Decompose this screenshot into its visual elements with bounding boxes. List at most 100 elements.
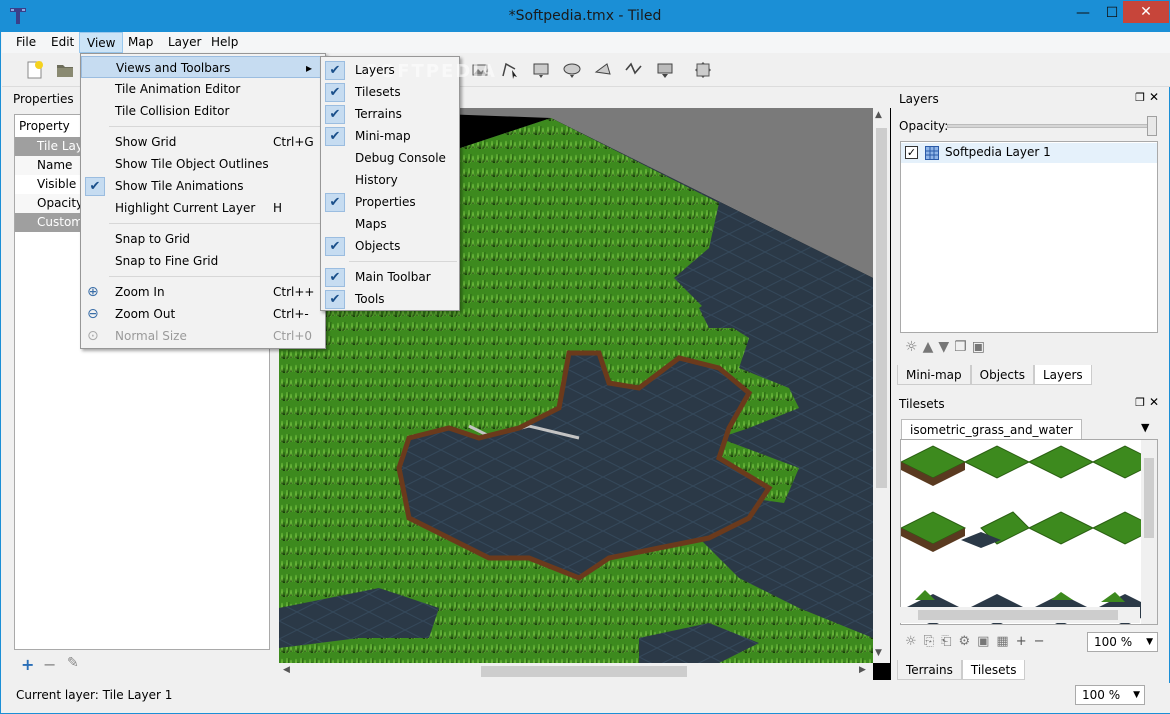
open-folder-icon[interactable]	[52, 57, 78, 83]
submenu-item-tools[interactable]: ✔ Tools	[321, 288, 459, 310]
add-property-icon[interactable]: +	[21, 655, 34, 674]
tileset-properties-icon[interactable]: ⚙	[958, 634, 970, 649]
scroll-down-icon[interactable]: ▼	[875, 648, 882, 658]
menu-item-snap-to-grid[interactable]: Snap to Grid	[81, 228, 325, 250]
tileset-tab[interactable]: isometric_grass_and_water	[901, 419, 1082, 439]
menu-map[interactable]: Map	[121, 32, 160, 53]
tileset-hscroll-thumb[interactable]	[918, 610, 1118, 620]
map-vertical-scrollbar[interactable]: ▲ ▼	[873, 108, 890, 663]
menu-shortcut: Ctrl+0	[273, 329, 313, 343]
tileset-view[interactable]	[900, 439, 1158, 625]
lower-layer-icon[interactable]: ▼	[938, 339, 949, 359]
menu-file[interactable]: File	[9, 32, 43, 53]
submenu-item-layers[interactable]: ✔ Layers	[321, 59, 459, 81]
submenu-item-properties[interactable]: ✔ Properties	[321, 191, 459, 213]
status-bar: Current layer: Tile Layer 1 100 % ▼	[2, 683, 1170, 713]
delete-layer-icon[interactable]: ▣	[972, 339, 985, 359]
zoom-select[interactable]: 100 % ▼	[1075, 685, 1145, 705]
ellipse-tool-icon[interactable]	[559, 57, 585, 83]
submenu-item-terrains[interactable]: ✔ Terrains	[321, 103, 459, 125]
menu-item-tile-collision-editor[interactable]: Tile Collision Editor	[81, 100, 325, 122]
menu-item-label: Tilesets	[355, 85, 401, 99]
float-panel-icon[interactable]: ❐	[1135, 91, 1145, 104]
remove-tileset-icon[interactable]: ▣	[977, 634, 989, 649]
duplicate-layer-icon[interactable]: ❐	[954, 339, 967, 359]
submenu-item-debug-console[interactable]: Debug Console	[321, 147, 459, 169]
scroll-up-icon[interactable]: ▲	[875, 110, 882, 120]
rename-property-icon[interactable]: ✎	[67, 655, 79, 671]
horizontal-scroll-thumb[interactable]	[481, 666, 687, 677]
submenu-item-mini-map[interactable]: ✔ Mini-map	[321, 125, 459, 147]
zoom-in-tileset-icon[interactable]: +	[1016, 634, 1027, 649]
polygon-tool-icon[interactable]	[590, 57, 616, 83]
menu-item-show-tile-animations[interactable]: ✔ Show Tile Animations	[81, 175, 325, 197]
tab-mini-map[interactable]: Mini-map	[897, 365, 971, 385]
menu-item-show-grid[interactable]: Show Grid Ctrl+G	[81, 131, 325, 153]
move-tool-icon[interactable]	[690, 57, 716, 83]
menu-item-label: Main Toolbar	[355, 270, 431, 284]
zoom-out-icon: ⊖	[87, 306, 99, 322]
menu-bar: File Edit View Map Layer Help	[2, 32, 1170, 53]
tab-terrains[interactable]: Terrains	[897, 660, 962, 680]
close-panel-icon[interactable]: ✕	[1149, 395, 1159, 409]
vertical-scroll-thumb[interactable]	[876, 128, 887, 488]
tab-tilesets[interactable]: Tilesets	[961, 660, 1026, 680]
submenu-item-history[interactable]: History	[321, 169, 459, 191]
tile-object-tool-icon[interactable]	[652, 57, 678, 83]
menu-help[interactable]: Help	[204, 32, 245, 53]
maximize-button[interactable]: ☐	[1099, 1, 1125, 25]
menu-item-highlight-current-layer[interactable]: Highlight Current Layer H	[81, 197, 325, 219]
remove-property-icon[interactable]: −	[43, 655, 56, 674]
layer-row[interactable]: ✓ Softpedia Layer 1	[901, 143, 1157, 163]
new-map-icon[interactable]	[22, 57, 48, 83]
menu-item-snap-to-fine-grid[interactable]: Snap to Fine Grid	[81, 250, 325, 272]
menu-edit[interactable]: Edit	[44, 32, 81, 53]
menu-item-label: Snap to Fine Grid	[115, 254, 219, 268]
tileset-image[interactable]	[901, 440, 1157, 625]
layer-visibility-checkbox[interactable]: ✓	[905, 146, 918, 159]
menu-layer[interactable]: Layer	[161, 32, 208, 53]
close-panel-icon[interactable]: ✕	[1149, 90, 1159, 104]
views-toolbars-submenu: SOFTPEDIA ✔ Layers ✔ Tilesets ✔ Terrains ✔ M…	[320, 56, 495, 311]
edit-polygon-tool-icon[interactable]	[497, 57, 523, 83]
layers-tabs: Mini-map Objects Layers	[897, 365, 1092, 385]
raise-layer-icon[interactable]: ▲	[923, 339, 934, 359]
zoom-out-tileset-icon[interactable]: −	[1034, 634, 1045, 649]
float-panel-icon[interactable]: ❐	[1135, 396, 1145, 409]
opacity-slider-handle[interactable]	[1147, 116, 1157, 136]
menu-item-show-tile-object-outlines[interactable]: Show Tile Object Outlines	[81, 153, 325, 175]
tileset-vertical-scrollbar[interactable]	[1141, 440, 1157, 624]
menu-item-zoom-in[interactable]: ⊕ Zoom In Ctrl++	[81, 281, 325, 303]
submenu-item-main-toolbar[interactable]: ✔ Main Toolbar	[321, 266, 459, 288]
menu-view[interactable]: View	[79, 32, 124, 53]
submenu-item-maps[interactable]: Maps	[321, 213, 459, 235]
tileset-menu-icon[interactable]: ▼	[1141, 421, 1149, 434]
menu-item-zoom-out[interactable]: ⊖ Zoom Out Ctrl+-	[81, 303, 325, 325]
export-tileset-icon[interactable]: ⎗	[941, 634, 951, 649]
menu-item-label: Maps	[355, 217, 387, 231]
new-layer-icon[interactable]: ☼	[905, 339, 918, 359]
scroll-left-icon[interactable]: ◀	[283, 665, 290, 675]
import-tileset-icon[interactable]: ⎘	[924, 634, 934, 649]
submenu-item-objects[interactable]: ✔ Objects	[321, 235, 459, 257]
submenu-item-tilesets[interactable]: ✔ Tilesets	[321, 81, 459, 103]
tab-objects[interactable]: Objects	[970, 365, 1034, 385]
tileset-horizontal-scrollbar[interactable]	[900, 607, 1140, 623]
title-bar[interactable]: *Softpedia.tmx - Tiled — ☐ ✕	[1, 1, 1169, 32]
new-tileset-icon[interactable]: ☼	[905, 634, 917, 649]
edit-terrain-icon[interactable]: ▦	[996, 634, 1008, 649]
opacity-slider[interactable]	[947, 124, 1151, 128]
rectangle-tool-icon[interactable]	[528, 57, 554, 83]
tab-layers[interactable]: Layers	[1033, 365, 1092, 385]
window-title: *Softpedia.tmx - Tiled	[508, 8, 662, 24]
tileset-zoom-select[interactable]: 100 % ▼	[1087, 632, 1158, 652]
menu-item-views-and-toolbars[interactable]: Views and Toolbars ▸	[81, 56, 325, 78]
tileset-scroll-thumb[interactable]	[1144, 458, 1154, 538]
minimize-button[interactable]: —	[1071, 1, 1095, 25]
menu-item-normal-size[interactable]: ⊙ Normal Size Ctrl+0	[81, 325, 325, 347]
menu-item-tile-animation-editor[interactable]: Tile Animation Editor	[81, 78, 325, 100]
map-horizontal-scrollbar[interactable]: ◀ ▶	[279, 663, 873, 680]
close-button[interactable]: ✕	[1123, 1, 1169, 23]
scroll-right-icon[interactable]: ▶	[859, 665, 866, 675]
polyline-tool-icon[interactable]	[621, 57, 647, 83]
